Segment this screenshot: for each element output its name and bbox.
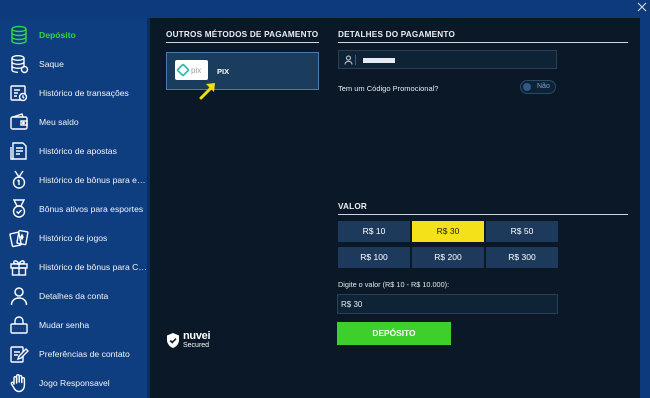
sidebar-item-historico-transacoes[interactable]: Histórico de transações	[0, 79, 147, 107]
sidebar-item-label: Histórico de bônus para Ca...	[39, 262, 147, 272]
sidebar-item-detalhes-conta[interactable]: Detalhes da conta	[0, 282, 147, 310]
close-icon[interactable]	[636, 1, 648, 13]
pix-logo-text: pix	[191, 66, 201, 75]
amount-button-300[interactable]: R$ 300	[486, 247, 558, 268]
sidebar-item-historico-bonus-esportes[interactable]: Histórico de bônus para es...	[0, 166, 147, 194]
deposit-panel: OUTROS MÉTODOS DE PAGAMENTO pix PIX nuve…	[150, 18, 640, 398]
amount-button-50[interactable]: R$ 50	[486, 221, 558, 242]
sidebar-item-historico-bonus-casino[interactable]: Histórico de bônus para Ca...	[0, 253, 147, 281]
amount-button-30[interactable]: R$ 30	[412, 221, 484, 242]
sidebar-item-historico-jogos[interactable]: Histórico de jogos	[0, 224, 147, 252]
pointer-arrow-icon	[199, 83, 215, 100]
divider	[338, 214, 628, 215]
sidebar-item-historico-apostas[interactable]: Histórico de apostas	[0, 137, 147, 165]
sidebar-item-jogo-responsavel[interactable]: Jogo Responsavel	[0, 369, 147, 397]
contact-edit-icon	[9, 344, 29, 364]
pix-logo: pix	[175, 60, 208, 80]
sidebar-item-label: Detalhes da conta	[39, 291, 109, 301]
account-sidebar: Depósito Saque Histórico de transações M…	[0, 18, 147, 398]
pix-method-label: PIX	[217, 67, 230, 76]
promo-code-toggle[interactable]: Não	[520, 80, 556, 94]
redacted-name	[363, 58, 395, 63]
sidebar-item-label: Histórico de transações	[39, 88, 129, 98]
secured-label: Secured	[183, 342, 210, 349]
coins-stack-icon	[9, 25, 29, 45]
sidebar-item-bonus-ativos[interactable]: Bônus ativos para esportes	[0, 195, 147, 223]
field-separator	[355, 55, 356, 65]
valor-title: VALOR	[338, 202, 368, 211]
promo-code-label: Tem um Código Promocional?	[338, 84, 439, 93]
medal-icon	[9, 170, 29, 190]
sidebar-item-label: Mudar senha	[39, 320, 90, 330]
toggle-label: Não	[537, 83, 550, 90]
user-icon	[344, 55, 353, 65]
sidebar-item-label: Depósito	[39, 30, 76, 40]
account-name-field[interactable]	[338, 50, 557, 69]
amount-input[interactable]: R$ 30	[337, 294, 558, 314]
divider	[338, 42, 628, 43]
payment-details-title: DETALHES DO PAGAMENTO	[338, 30, 456, 39]
medal-check-icon	[9, 199, 29, 219]
gift-icon	[9, 257, 29, 277]
sidebar-item-label: Histórico de apostas	[39, 146, 117, 156]
sidebar-item-label: Saque	[39, 59, 64, 69]
deposit-button[interactable]: DEPÓSITO	[337, 322, 451, 345]
toggle-knob	[523, 83, 531, 91]
wallet-icon	[9, 112, 29, 132]
user-icon	[9, 286, 29, 306]
amount-button-10[interactable]: R$ 10	[338, 221, 410, 242]
shield-check-icon	[167, 333, 179, 348]
sidebar-item-label: Bônus ativos para esportes	[39, 204, 144, 214]
sidebar-item-label: Jogo Responsavel	[39, 378, 110, 388]
sidebar-item-mudar-senha[interactable]: Mudar senha	[0, 311, 147, 339]
sidebar-item-meu-saldo[interactable]: Meu saldo	[0, 108, 147, 136]
divider	[166, 42, 319, 43]
sidebar-item-label: Meu saldo	[39, 117, 79, 127]
transactions-history-icon	[9, 83, 29, 103]
amount-input-value: R$ 30	[341, 300, 363, 309]
coins-withdraw-icon	[9, 54, 29, 74]
bets-history-icon	[9, 141, 29, 161]
sidebar-item-label: Histórico de bônus para es...	[39, 175, 147, 185]
sidebar-item-label: Histórico de jogos	[39, 233, 108, 243]
sidebar-item-preferencias-contato[interactable]: Preferências de contato	[0, 340, 147, 368]
payment-methods-title: OUTROS MÉTODOS DE PAGAMENTO	[166, 30, 319, 39]
password-icon	[9, 315, 29, 335]
hand-icon	[9, 373, 29, 393]
amount-input-label: Digite o valor (R$ 10 - R$ 10.000):	[338, 280, 450, 289]
cards-icon	[9, 228, 29, 248]
pix-method-card[interactable]: pix PIX	[166, 52, 319, 90]
sidebar-item-label: Preferências de contato	[39, 349, 130, 359]
nuvei-brand: nuvei	[183, 330, 211, 342]
nuvei-secured-badge: nuvei Secured	[166, 330, 226, 352]
sidebar-item-saque[interactable]: Saque	[0, 50, 147, 78]
amount-button-100[interactable]: R$ 100	[338, 247, 410, 268]
amount-button-200[interactable]: R$ 200	[412, 247, 484, 268]
sidebar-item-deposito[interactable]: Depósito	[0, 21, 147, 49]
